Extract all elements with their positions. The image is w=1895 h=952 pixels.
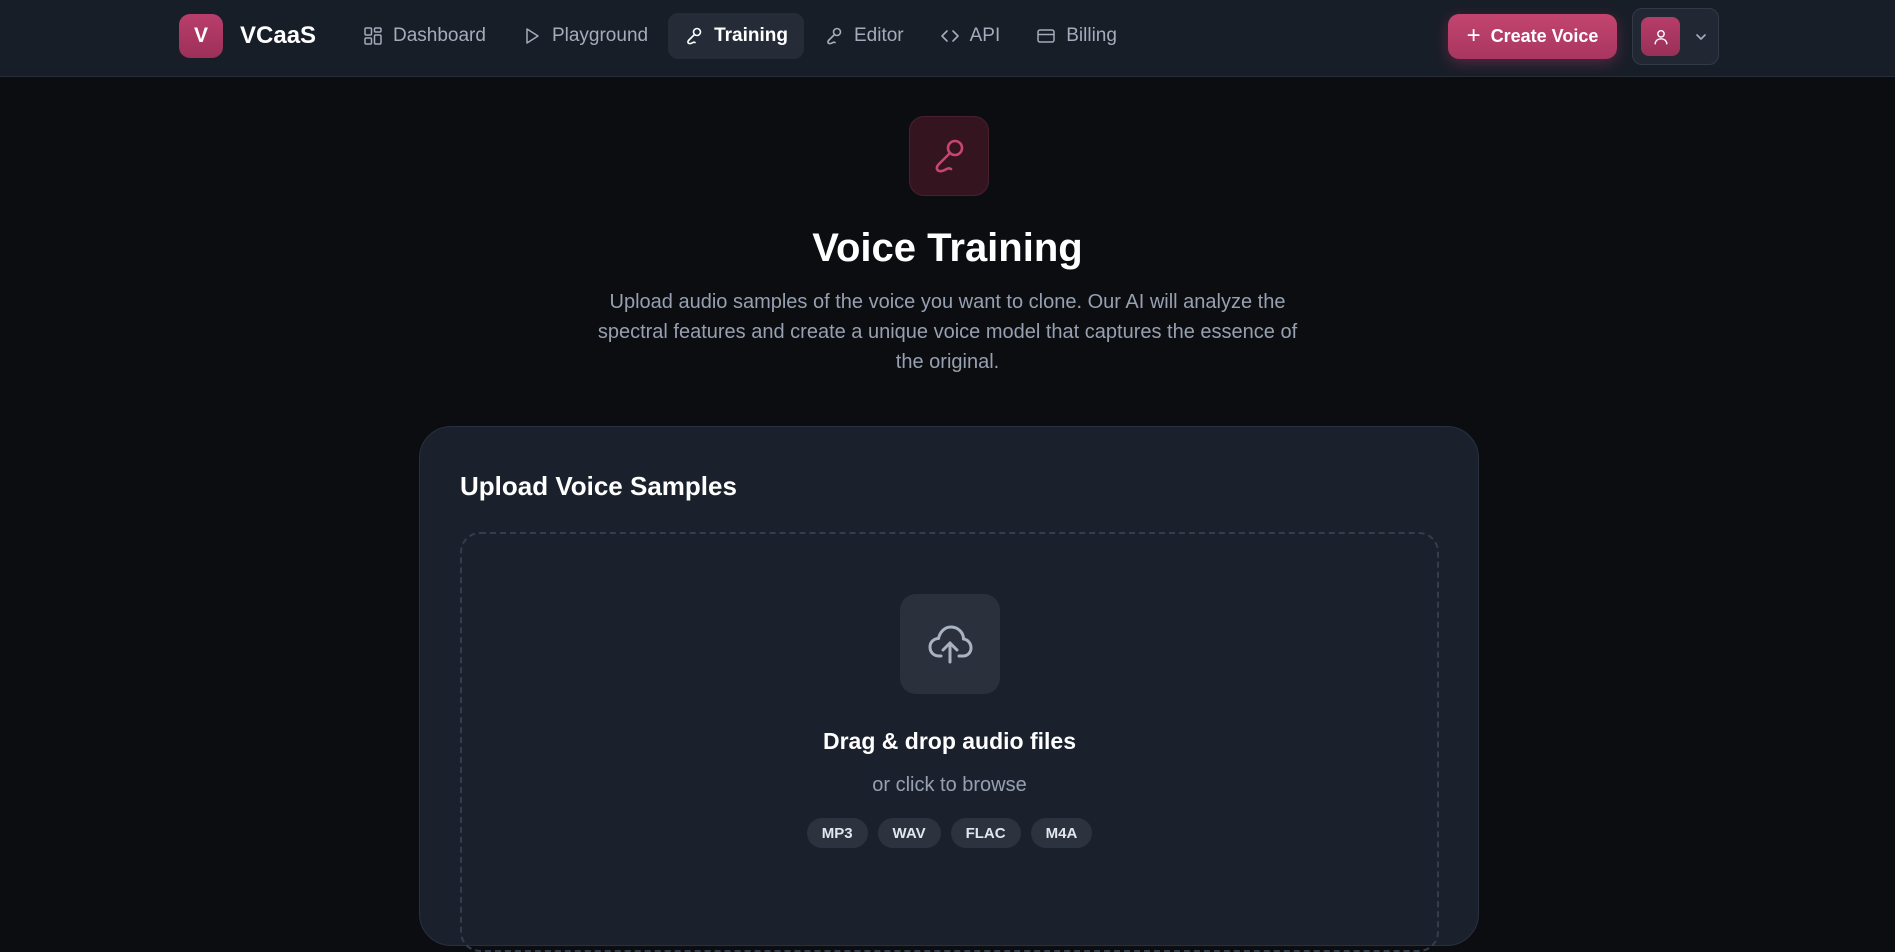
- brand[interactable]: V VCaaS: [179, 14, 316, 58]
- chevron-down-icon: [1696, 33, 1706, 40]
- nav-item-training[interactable]: Training: [668, 13, 804, 59]
- play-icon: [526, 28, 539, 44]
- file-dropzone[interactable]: Drag & drop audio files or click to brow…: [460, 532, 1439, 952]
- user-menu[interactable]: [1632, 8, 1719, 65]
- cloud-upload-icon: [928, 625, 973, 664]
- code-icon: [940, 30, 959, 42]
- upload-icon-tile: [900, 594, 1000, 694]
- nav-label: Editor: [853, 25, 904, 46]
- user-icon: [1653, 29, 1668, 44]
- nav-item-editor[interactable]: Editor: [808, 13, 920, 59]
- create-voice-label: Create Voice: [1490, 26, 1599, 46]
- upload-card: Upload Voice Samples Drag & drop audio f…: [419, 426, 1479, 952]
- create-voice-button[interactable]: + Create Voice: [1448, 14, 1617, 59]
- dropzone-browse-hint[interactable]: or click to browse: [462, 774, 1437, 797]
- nav-item-playground[interactable]: Playground: [506, 13, 664, 59]
- format-chip-wav: WAV: [877, 818, 941, 848]
- microphone-icon: [935, 139, 964, 173]
- microphone-icon: [827, 27, 842, 45]
- dropzone-title: Drag & drop audio files: [822, 728, 1077, 754]
- dashboard-grid-icon: [364, 27, 382, 45]
- nav-label: API: [969, 25, 1001, 46]
- brand-name: VCaaS: [240, 22, 317, 49]
- supported-formats: MP3 WAV FLAC M4A: [462, 818, 1437, 848]
- avatar: [1641, 17, 1680, 56]
- nav-label: Billing: [1066, 25, 1117, 46]
- microphone-icon: [687, 27, 702, 45]
- page-description: Upload audio samples of the voice you wa…: [597, 291, 1298, 373]
- plus-icon: +: [1466, 21, 1481, 49]
- nav-label: Training: [714, 25, 788, 46]
- format-chip-mp3: MP3: [806, 818, 868, 848]
- main-nav: Dashboard Playground Training Editor API: [347, 13, 1133, 59]
- page-title: Voice Training: [812, 226, 1083, 270]
- nav-item-dashboard[interactable]: Dashboard: [347, 13, 502, 59]
- credit-card-icon: [1037, 29, 1055, 43]
- format-chip-m4a: M4A: [1030, 818, 1093, 848]
- brand-logo: V: [179, 14, 223, 58]
- hero-microphone-badge: [909, 116, 989, 196]
- card-title: Upload Voice Samples: [460, 471, 737, 501]
- nav-label: Dashboard: [393, 25, 486, 46]
- format-chip-flac: FLAC: [950, 818, 1021, 848]
- nav-item-api[interactable]: API: [924, 13, 1017, 59]
- nav-label: Playground: [551, 25, 649, 46]
- nav-item-billing[interactable]: Billing: [1020, 13, 1133, 59]
- top-navigation-bar: V VCaaS Dashboard Playground Training Ed…: [0, 0, 1895, 77]
